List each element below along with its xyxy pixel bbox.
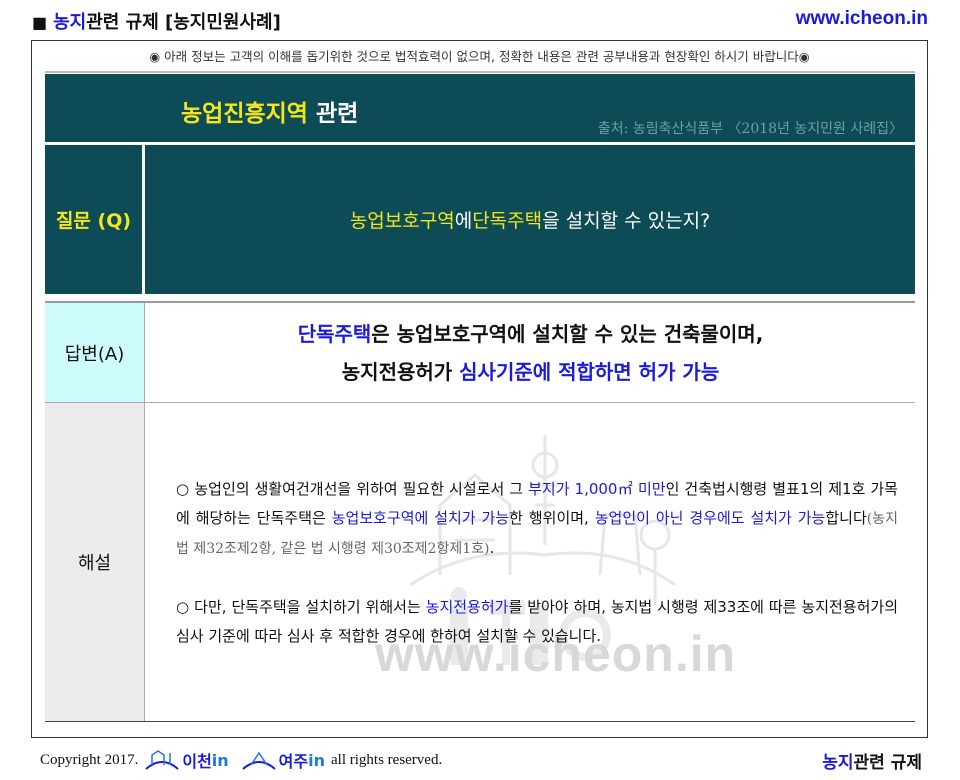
explanation-highlight: 농업인이 아닌 경우에도 설치가 가능 <box>594 509 826 527</box>
yeoju-logo-text: 여주 <box>278 752 309 771</box>
header-title-rest: 관련 규제 [농지민원사례] <box>86 12 281 33</box>
footer-copyright: Copyright 2017. 이천 in 여주 in all rights res… <box>40 748 442 772</box>
answer-line-1-rest: 은 농업보호구역에 설치할 수 있는 건축물이며, <box>371 321 764 346</box>
source-citation: 출처: 농림축산식품부 〈2018년 농지민원 사례집〉 <box>597 121 903 137</box>
page-header-title: ■ 농지관련 규제 [농지민원사례] <box>32 8 281 34</box>
header-title-accent: 농지 <box>53 12 87 33</box>
explanation-text: ○ 농업인의 생활여건개선을 위하여 필요한 시설로서 그 부지가 1,000㎡… <box>176 475 898 680</box>
question-text-part: 에 <box>454 210 473 232</box>
explanation-highlight: 농지전용허가 <box>425 598 509 616</box>
explanation-paragraph-2: ○ 다만, 단독주택을 설치하기 위해서는 농지전용허가를 받아야 하며, 농지… <box>176 593 898 651</box>
explanation-highlight: 부지가 1,000㎡ 미만 <box>528 480 666 498</box>
section-title-accent: 농업진흥지역 <box>181 101 308 127</box>
icheon-logo[interactable]: 이천 in <box>144 748 229 772</box>
answer-line-1: 단독주택은 농업보호구역에 설치할 수 있는 건축물이며, <box>298 315 764 353</box>
answer-line-2: 농지전용허가 심사기준에 적합하면 허가 가능 <box>342 353 719 391</box>
yeoju-logo[interactable]: 여주 in <box>241 748 325 772</box>
explanation-text-part: ○ 농업인의 생활여건개선을 위하여 필요한 시설로서 그 <box>176 480 529 498</box>
icheon-logo-text: 이천 <box>182 752 212 771</box>
answer-accent-2: 심사기준에 적합하면 허가 가능 <box>459 359 720 384</box>
question-term-house: 단독주택 <box>472 210 543 232</box>
section-title-bar: 농업진흥지역 관련 출처: 농림축산식품부 〈2018년 농지민원 사례집〉 <box>45 74 915 142</box>
footer-category-rest: 관련 규제 <box>853 753 922 773</box>
section-title: 농업진흥지역 관련 <box>181 94 358 128</box>
question-term-zone: 농업보호구역 <box>349 210 455 232</box>
column-divider <box>144 303 145 721</box>
explanation-label: 해설 <box>45 403 144 721</box>
bottom-divider <box>45 721 915 722</box>
square-bullet-icon: ■ <box>32 13 48 32</box>
logo-in-text: in <box>308 750 325 770</box>
top-divider <box>45 71 915 73</box>
explanation-text-part: ○ 다만, 단독주택을 설치하기 위해서는 <box>176 598 426 616</box>
answer-text: 단독주택은 농업보호구역에 설치할 수 있는 건축물이며, 농지전용허가 심사기… <box>146 303 915 402</box>
question-row: 질문 (Q) 농업보호구역 에 단독주택 을 설치할 수 있는지? <box>45 145 915 294</box>
footer-category: 농지관련 규제 <box>822 748 922 773</box>
answer-line-2-start: 농지전용허가 <box>341 359 460 384</box>
icheon-logo-icon <box>145 750 180 770</box>
site-link[interactable]: www.icheon.in <box>796 8 928 30</box>
footer-category-accent: 농지 <box>822 753 854 773</box>
copyright-text: Copyright 2017. <box>40 751 139 768</box>
section-title-rest: 관련 <box>307 101 359 127</box>
logo-in-text: in <box>211 750 229 770</box>
explanation-text-part: . <box>489 539 495 557</box>
explanation-paragraph-1: ○ 농업인의 생활여건개선을 위하여 필요한 시설로서 그 부지가 1,000㎡… <box>176 475 898 564</box>
answer-divider <box>45 402 915 403</box>
question-text-part: 을 설치할 수 있는지? <box>542 210 711 232</box>
explanation-highlight: 농업보호구역에 설치가 가능 <box>331 509 510 527</box>
answer-label: 답변(A) <box>45 303 144 402</box>
question-text: 농업보호구역 에 단독주택 을 설치할 수 있는지? <box>145 145 915 294</box>
rights-text: all rights reserved. <box>331 751 443 768</box>
explanation-text-part: 합니다 <box>825 509 867 527</box>
yeoju-logo-icon <box>242 751 276 770</box>
explanation-text-part: 한 행위이며, <box>509 509 595 527</box>
disclaimer-notice: ◉ 아래 정보는 고객의 이해를 돕기위한 것으로 법적효력이 없으며, 정확한… <box>149 49 810 64</box>
answer-accent-1: 단독주택 <box>297 321 372 346</box>
question-label: 질문 (Q) <box>45 145 142 294</box>
